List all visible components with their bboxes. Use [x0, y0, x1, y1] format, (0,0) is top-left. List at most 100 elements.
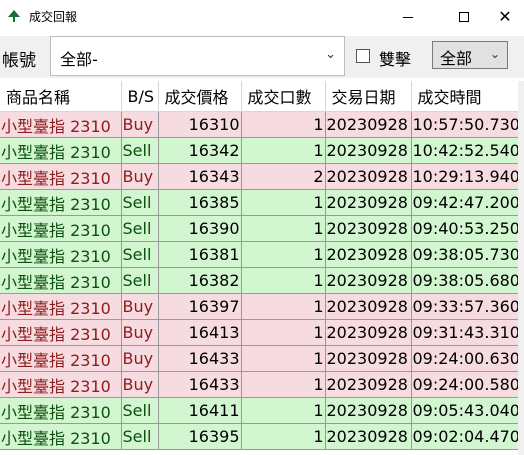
cell-quantity: 1 — [241, 267, 326, 294]
cell-buy-sell: Sell — [121, 215, 159, 242]
window-title: 成交回報 — [29, 10, 78, 24]
cell-quantity: 1 — [241, 293, 326, 320]
chevron-down-icon: ⌄ — [489, 47, 500, 61]
cell-buy-sell: Sell — [121, 241, 159, 268]
cell-price: 16385 — [158, 189, 242, 216]
account-label: 帳號 — [2, 51, 36, 71]
cell-trade-time: 10:42:52.540 — [411, 137, 519, 164]
cell-trade-date: 20230928 — [325, 371, 412, 398]
cell-product-name: 小型臺指 2310 — [0, 163, 122, 190]
scope-select-value: 全部 — [440, 49, 473, 68]
cell-trade-time: 09:40:53.250 — [411, 215, 519, 242]
cell-quantity: 1 — [241, 111, 326, 138]
cell-trade-date: 20230928 — [325, 345, 412, 372]
cell-trade-date: 20230928 — [325, 137, 412, 164]
table-row[interactable]: 小型臺指 2310 Sell 16395 1 20230928 09:02:04.470 — [0, 423, 519, 450]
header-buy-sell[interactable]: B/S — [121, 81, 159, 112]
cell-quantity: 1 — [241, 319, 326, 346]
cell-product-name: 小型臺指 2310 — [0, 423, 122, 450]
cell-quantity: 1 — [241, 371, 326, 398]
table-row[interactable]: 小型臺指 2310 Buy 16433 1 20230928 09:24:00.630 — [0, 345, 519, 372]
table-row[interactable]: 小型臺指 2310 Buy 16310 1 20230928 10:57:50.730 — [0, 111, 519, 138]
header-trade-time[interactable]: 成交時間 — [411, 81, 519, 112]
cell-quantity: 1 — [241, 189, 326, 216]
cell-price: 16433 — [158, 371, 242, 398]
maximize-icon — [459, 12, 469, 22]
cell-buy-sell: Buy — [121, 111, 159, 138]
trade-report-table: 商品名稱 B/S 成交價格 成交口數 交易日期 成交時間 小型臺指 2310 Bu… — [0, 81, 519, 450]
cell-price: 16310 — [158, 111, 242, 138]
cell-product-name: 小型臺指 2310 — [0, 189, 122, 216]
table-row[interactable]: 小型臺指 2310 Buy 16397 1 20230928 09:33:57.360 — [0, 293, 519, 320]
cell-trade-date: 20230928 — [325, 241, 412, 268]
cell-quantity: 1 — [241, 137, 326, 164]
scope-select[interactable]: 全部 ⌄ — [432, 41, 508, 69]
cell-price: 16382 — [158, 267, 242, 294]
header-price[interactable]: 成交價格 — [158, 81, 242, 112]
cell-trade-time: 09:24:00.630 — [411, 345, 519, 372]
cell-buy-sell: Sell — [121, 397, 159, 424]
cell-product-name: 小型臺指 2310 — [0, 137, 122, 164]
cell-price: 16343 — [158, 163, 242, 190]
cell-price: 16342 — [158, 137, 242, 164]
cell-buy-sell: Buy — [121, 371, 159, 398]
title-bar: 成交回報 ✕ — [0, 0, 524, 34]
table-row[interactable]: 小型臺指 2310 Sell 16411 1 20230928 09:05:43.040 — [0, 397, 519, 424]
cell-trade-time: 10:29:13.940 — [411, 163, 519, 190]
table-row[interactable]: 小型臺指 2310 Buy 16413 1 20230928 09:31:43.310 — [0, 319, 519, 346]
table-row[interactable]: 小型臺指 2310 Buy 16433 1 20230928 09:24:00.580 — [0, 371, 519, 398]
cell-product-name: 小型臺指 2310 — [0, 397, 122, 424]
cell-product-name: 小型臺指 2310 — [0, 293, 122, 320]
account-select[interactable]: 全部- ⌄ — [50, 36, 345, 76]
double-click-checkbox[interactable] — [356, 49, 370, 63]
cell-buy-sell: Buy — [121, 163, 159, 190]
cell-trade-time: 09:38:05.680 — [411, 267, 519, 294]
table-row[interactable]: 小型臺指 2310 Sell 16390 1 20230928 09:40:53.250 — [0, 215, 519, 242]
cell-trade-time: 10:57:50.730 — [411, 111, 519, 138]
table-row[interactable]: 小型臺指 2310 Sell 16385 1 20230928 09:42:47.200 — [0, 189, 519, 216]
cell-quantity: 1 — [241, 345, 326, 372]
cell-buy-sell: Buy — [121, 319, 159, 346]
cell-quantity: 1 — [241, 423, 326, 450]
cell-quantity: 1 — [241, 241, 326, 268]
table-header-row: 商品名稱 B/S 成交價格 成交口數 交易日期 成交時間 — [0, 81, 519, 112]
cell-product-name: 小型臺指 2310 — [0, 215, 122, 242]
cell-product-name: 小型臺指 2310 — [0, 267, 122, 294]
header-product-name[interactable]: 商品名稱 — [0, 81, 122, 112]
close-icon: ✕ — [498, 7, 512, 26]
cell-trade-date: 20230928 — [325, 293, 412, 320]
table-row[interactable]: 小型臺指 2310 Sell 16382 1 20230928 09:38:05.680 — [0, 267, 519, 294]
table-row[interactable]: 小型臺指 2310 Sell 16381 1 20230928 09:38:05.730 — [0, 241, 519, 268]
cell-quantity: 2 — [241, 163, 326, 190]
cell-trade-time: 09:02:04.470 — [411, 423, 519, 450]
minimize-icon — [403, 16, 413, 18]
cell-buy-sell: Sell — [121, 267, 159, 294]
cell-trade-date: 20230928 — [325, 267, 412, 294]
cell-quantity: 1 — [241, 215, 326, 242]
cell-price: 16390 — [158, 215, 242, 242]
cell-buy-sell: Sell — [121, 137, 159, 164]
cell-trade-time: 09:42:47.200 — [411, 189, 519, 216]
cell-product-name: 小型臺指 2310 — [0, 241, 122, 268]
cell-price: 16397 — [158, 293, 242, 320]
filter-bar: 帳號 全部- ⌄ 雙擊 全部 ⌄ — [0, 36, 524, 78]
cell-trade-date: 20230928 — [325, 397, 412, 424]
cell-product-name: 小型臺指 2310 — [0, 345, 122, 372]
close-button[interactable]: ✕ — [486, 0, 524, 34]
cell-price: 16433 — [158, 345, 242, 372]
cell-trade-time: 09:31:43.310 — [411, 319, 519, 346]
header-trade-date[interactable]: 交易日期 — [325, 81, 412, 112]
cell-trade-date: 20230928 — [325, 189, 412, 216]
cell-buy-sell: Buy — [121, 345, 159, 372]
tree-icon — [8, 10, 20, 22]
cell-price: 16413 — [158, 319, 242, 346]
maximize-button[interactable] — [441, 0, 487, 34]
table-row[interactable]: 小型臺指 2310 Buy 16343 2 20230928 10:29:13.940 — [0, 163, 519, 190]
table-row[interactable]: 小型臺指 2310 Sell 16342 1 20230928 10:42:52.540 — [0, 137, 519, 164]
cell-price: 16381 — [158, 241, 242, 268]
cell-trade-date: 20230928 — [325, 111, 412, 138]
double-click-label: 雙擊 — [379, 50, 412, 69]
header-quantity[interactable]: 成交口數 — [241, 81, 326, 112]
cell-trade-date: 20230928 — [325, 163, 412, 190]
minimize-button[interactable] — [385, 0, 431, 34]
